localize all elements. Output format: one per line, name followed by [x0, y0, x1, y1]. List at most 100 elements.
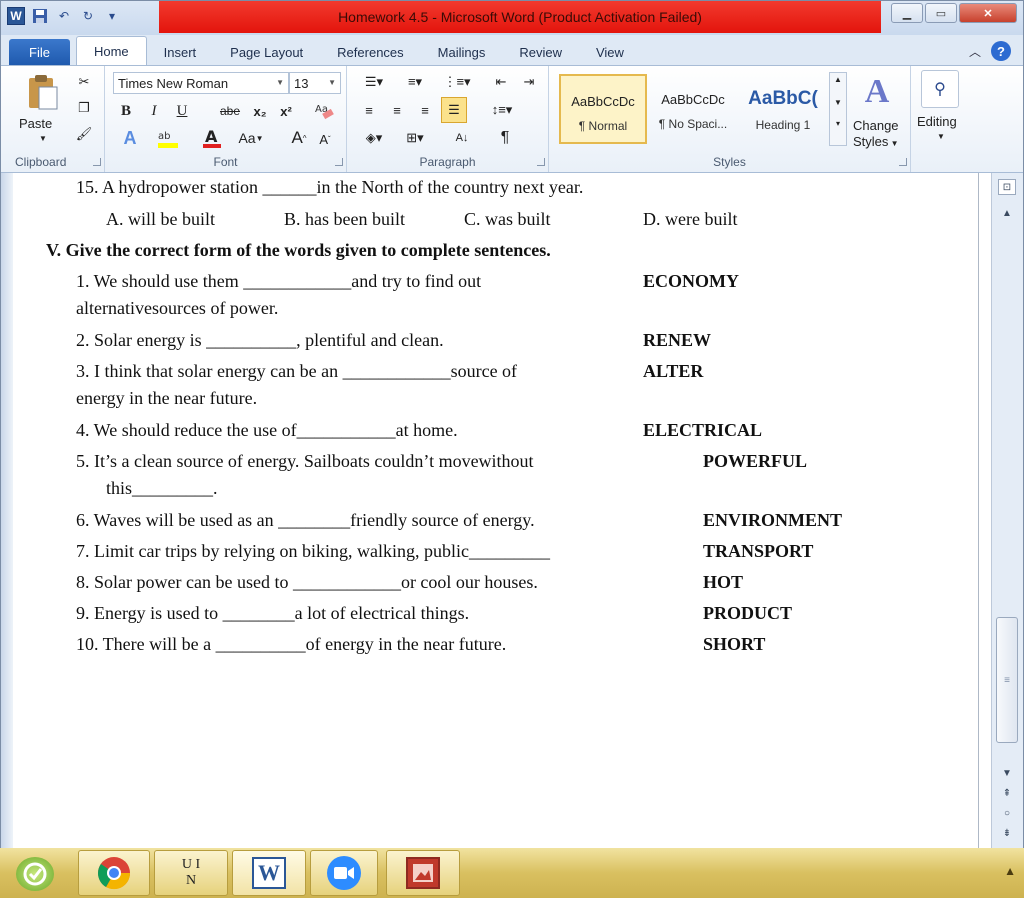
tab-mailings[interactable]: Mailings — [421, 39, 503, 65]
customize-qat-icon[interactable]: ▾ — [103, 7, 121, 25]
word-taskbar-button[interactable]: W — [232, 850, 306, 896]
save-icon[interactable] — [31, 7, 49, 25]
styles-scroll[interactable]: ▲ ▼ ▾ — [829, 72, 847, 146]
paste-button-label[interactable]: Paste — [19, 116, 52, 131]
change-styles-icon[interactable]: A — [855, 70, 899, 114]
item-4-keyword: ELECTRICAL — [643, 420, 763, 440]
styles-launcher-icon[interactable] — [899, 158, 907, 166]
italic-button[interactable]: I — [143, 100, 165, 122]
scroll-down-icon[interactable]: ▼ — [998, 765, 1016, 781]
subscript-button[interactable]: x₂ — [249, 100, 271, 122]
help-icon[interactable]: ? — [991, 41, 1011, 61]
taskbar: U I N W ▲ — [0, 848, 1024, 898]
font-size-dropdown[interactable]: 13 ▼ — [289, 72, 341, 94]
more-styles-icon[interactable]: ▾ — [830, 119, 846, 128]
vertical-scrollbar[interactable]: ⊡ ▲ ≡ ▼ ⇞ ○ ⇟ — [991, 173, 1023, 849]
underline-button[interactable]: U — [171, 100, 193, 122]
style-preview: AaBbCcDc — [661, 92, 725, 107]
highlight-color-icon[interactable]: ab — [153, 126, 185, 150]
minimize-button[interactable]: ▁ — [891, 3, 923, 23]
scroll-up-icon[interactable]: ▲ — [830, 75, 846, 84]
style-normal[interactable]: AaBbCcDc ¶ Normal — [559, 74, 647, 144]
zoom-icon — [327, 856, 361, 890]
font-color-icon[interactable]: A — [197, 126, 227, 150]
editing-button-label[interactable]: Editing — [917, 114, 957, 129]
scroll-down-icon[interactable]: ▼ — [830, 98, 846, 107]
style-heading-1[interactable]: AaBbC( Heading 1 — [739, 74, 827, 144]
change-styles-label-2[interactable]: Styles ▼ — [853, 134, 899, 149]
cut-icon[interactable]: ✂ — [73, 72, 95, 92]
chevron-down-icon[interactable]: ▼ — [937, 132, 945, 141]
bold-button[interactable]: B — [115, 100, 137, 122]
chrome-taskbar-button[interactable] — [78, 850, 150, 896]
text-effects-icon[interactable]: A — [115, 126, 145, 150]
tray-expand-icon[interactable]: ▲ — [1004, 864, 1016, 878]
tab-page-layout[interactable]: Page Layout — [213, 39, 320, 65]
change-case-button[interactable]: Aa ▼ — [233, 126, 269, 150]
grow-font-button[interactable]: A ^ — [287, 126, 311, 150]
item-5-line-1: 5. It’s a clean source of energy. Sailbo… — [76, 451, 534, 471]
item-5-line-2: this_________. — [106, 478, 218, 498]
tab-insert[interactable]: Insert — [147, 39, 214, 65]
tab-home[interactable]: Home — [75, 36, 147, 65]
font-launcher-icon[interactable] — [335, 158, 343, 166]
paste-dropdown-icon[interactable]: ▼ — [39, 134, 47, 143]
close-button[interactable]: ✕ — [959, 3, 1017, 23]
undo-icon[interactable]: ↶ — [55, 7, 73, 25]
font-name-dropdown[interactable]: Times New Roman ▼ — [113, 72, 289, 94]
start-menu-icon[interactable] — [16, 857, 54, 891]
align-left-icon[interactable]: ≡ — [357, 98, 381, 122]
align-right-icon[interactable]: ≡ — [413, 98, 437, 122]
show-formatting-button[interactable]: ¶ — [493, 126, 517, 150]
paste-icon[interactable] — [23, 72, 63, 112]
item-9-line-1: 9. Energy is used to ________a lot of el… — [76, 603, 470, 623]
zoom-taskbar-button[interactable] — [310, 850, 378, 896]
word-logo-icon[interactable]: W — [7, 7, 25, 25]
ime-taskbar-button[interactable]: U I N — [154, 850, 228, 896]
numbering-icon[interactable]: ≡▾ — [397, 70, 433, 94]
sort-icon[interactable]: A↓ — [449, 126, 475, 150]
change-styles-label-1[interactable]: Change — [853, 118, 899, 133]
binoculars-icon[interactable]: ⚲ — [921, 70, 959, 108]
copy-icon[interactable]: ❐ — [73, 98, 95, 118]
tab-references[interactable]: References — [320, 39, 420, 65]
next-page-icon[interactable]: ⇟ — [998, 825, 1016, 841]
tab-file[interactable]: File — [9, 39, 70, 65]
tab-review[interactable]: Review — [502, 39, 579, 65]
styles-group-label: Styles — [713, 155, 746, 169]
document-page[interactable]: 15. A hydropower station ______in the No… — [13, 173, 979, 849]
increase-indent-icon[interactable]: ⇥ — [517, 70, 541, 94]
align-center-icon[interactable]: ≡ — [385, 98, 409, 122]
ribbon-tabs: File Home Insert Page Layout References … — [1, 35, 1023, 65]
clear-formatting-icon[interactable]: Aa — [311, 98, 337, 122]
strikethrough-button[interactable]: abe — [215, 100, 245, 122]
scroll-thumb[interactable]: ≡ — [996, 617, 1018, 743]
paragraph-launcher-icon[interactable] — [537, 158, 545, 166]
chevron-down-icon: ▼ — [276, 78, 284, 87]
style-no-spacing[interactable]: AaBbCcDc ¶ No Spaci... — [649, 74, 737, 144]
redo-icon[interactable]: ↻ — [79, 7, 97, 25]
browse-object-icon[interactable]: ○ — [998, 805, 1016, 821]
superscript-button[interactable]: x² — [275, 100, 297, 122]
shrink-font-button[interactable]: Aˇ — [313, 128, 337, 150]
justify-icon[interactable]: ☰ — [441, 97, 467, 123]
maximize-button[interactable]: ▭ — [925, 3, 957, 23]
line-spacing-icon[interactable]: ↕≡▾ — [485, 98, 519, 122]
multilevel-list-icon[interactable]: ⋮≡▾ — [439, 70, 475, 94]
style-preview: AaBbCcDc — [571, 94, 635, 109]
image-viewer-taskbar-button[interactable] — [386, 850, 460, 896]
previous-page-icon[interactable]: ⇞ — [998, 785, 1016, 801]
borders-icon[interactable]: ⊞▾ — [397, 126, 433, 150]
tab-view[interactable]: View — [579, 39, 641, 65]
ruler-toggle-icon[interactable]: ⊡ — [998, 179, 1016, 195]
item-2-keyword: RENEW — [643, 330, 712, 350]
item-1-keyword: ECONOMY — [643, 271, 739, 291]
decrease-indent-icon[interactable]: ⇤ — [489, 70, 513, 94]
clipboard-launcher-icon[interactable] — [93, 158, 101, 166]
format-painter-icon[interactable]: 🖌 — [73, 124, 95, 144]
minimize-ribbon-icon[interactable]: ︿ — [969, 43, 981, 60]
shading-icon[interactable]: ◈▾ — [357, 126, 391, 150]
item-6-keyword: ENVIRONMENT — [703, 510, 843, 530]
bullets-icon[interactable]: ☰▾ — [357, 70, 391, 94]
scroll-up-icon[interactable]: ▲ — [998, 205, 1016, 221]
